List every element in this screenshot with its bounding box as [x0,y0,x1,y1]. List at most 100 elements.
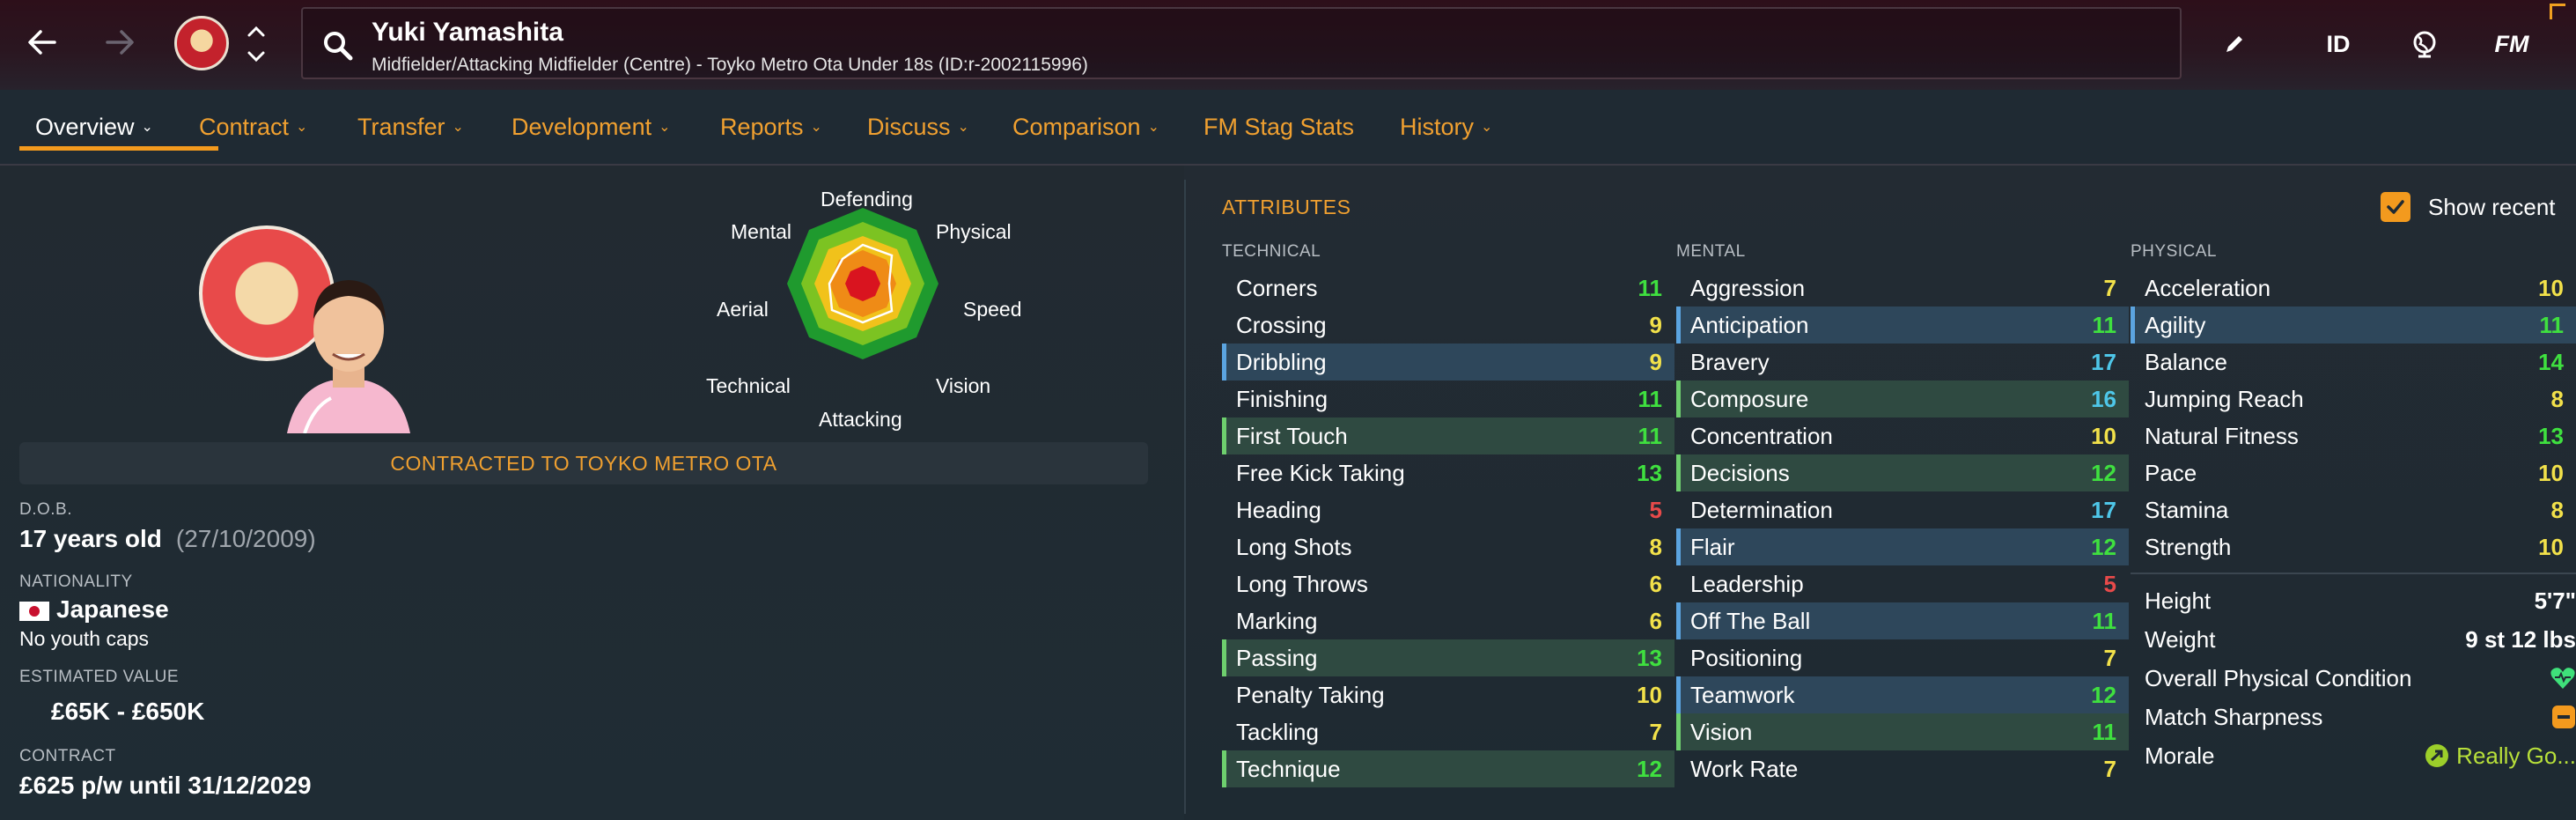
tab-history[interactable]: History ⌄ [1400,104,1492,150]
attribute-row[interactable]: Finishing 11 [1222,380,1674,417]
attribute-value: 11 [2092,311,2117,338]
attribute-row[interactable]: Natural Fitness 13 [2131,417,2576,454]
tab-discuss[interactable]: Discuss ⌄ [867,104,969,150]
tab-label: Comparison [1012,113,1141,140]
globe-button[interactable] [2407,19,2442,69]
attribute-row[interactable]: Strength 10 [2131,528,2576,565]
back-button[interactable] [16,16,69,69]
show-recent-checkbox[interactable] [2381,192,2410,222]
attribute-row[interactable]: Determination 17 [1676,491,2129,528]
attribute-row[interactable]: Tackling 7 [1222,713,1674,750]
attribute-row[interactable]: Free Kick Taking 13 [1222,454,1674,491]
attribute-row[interactable]: Marking 6 [1222,602,1674,639]
attribute-value: 11 [2092,607,2117,634]
attribute-value: 12 [1637,755,1662,782]
attribute-row[interactable]: Anticipation 11 [1676,307,2129,344]
tab-overview[interactable]: Overview ⌄ [35,104,153,150]
attribute-row[interactable]: Flair 12 [1676,528,2129,565]
attribute-row[interactable]: Passing 13 [1222,639,1674,676]
attribute-row[interactable]: Pace 10 [2131,454,2576,491]
attribute-name: Jumping Reach [2145,385,2304,412]
attribute-value: 5 [2103,570,2116,597]
tab-comparison[interactable]: Comparison ⌄ [1012,104,1159,150]
attribute-row[interactable]: Decisions 12 [1676,454,2129,491]
attribute-row[interactable]: Crossing 9 [1222,307,1674,344]
attribute-name: Crossing [1236,311,1327,338]
attribute-value: 7 [2103,755,2116,782]
attribute-row[interactable]: Penalty Taking 10 [1222,676,1674,713]
attribute-row[interactable]: Off The Ball 11 [1676,602,2129,639]
tab-label: Development [512,113,652,140]
condition-row[interactable]: Overall Physical Condition [2145,661,2576,696]
attribute-name: Tackling [1236,718,1319,745]
tab-label: Transfer [357,113,445,140]
attribute-row[interactable]: Work Rate 7 [1676,750,2129,787]
attribute-row[interactable]: Vision 11 [1676,713,2129,750]
attribute-row[interactable]: Jumping Reach 8 [2131,380,2576,417]
attribute-name: Pace [2145,459,2197,486]
attribute-value: 13 [2538,422,2564,449]
attribute-name: Anticipation [1690,311,1809,338]
id-button[interactable]: ID [2321,19,2356,69]
attribute-value: 13 [1637,459,1662,486]
attribute-row[interactable]: Heading 5 [1222,491,1674,528]
attribute-value: 9 [1649,311,1662,338]
attribute-row[interactable]: Composure 16 [1676,380,2129,417]
nationality-value[interactable]: Japanese [19,595,169,624]
edit-button[interactable] [2217,19,2252,69]
attribute-row[interactable]: Balance 14 [2131,344,2576,380]
attribute-row[interactable]: Acceleration 10 [2131,270,2576,307]
tab-development[interactable]: Development ⌄ [512,104,671,150]
attribute-value: 11 [2539,311,2565,338]
radar-label-attacking: Attacking [819,408,902,431]
arrow-left-icon [28,30,56,55]
attribute-row[interactable]: Teamwork 12 [1676,676,2129,713]
attribute-row[interactable]: Dribbling 9 [1222,344,1674,380]
sharpness-row[interactable]: Match Sharpness [2145,699,2576,735]
panel-divider [1184,180,1186,814]
japan-flag-icon [19,601,49,621]
player-search-box[interactable]: Yuki Yamashita Midfielder/Attacking Midf… [301,7,2182,79]
tab-transfer[interactable]: Transfer ⌄ [357,104,464,150]
radar-label-physical: Physical [936,220,1012,243]
physical-attributes: Acceleration 10 Agility 11 Balance 14 Jumping … [2131,270,2576,565]
up-down-chevron-icon[interactable] [243,18,269,70]
attribute-row[interactable]: Agility 11 [2131,307,2576,344]
fm-button[interactable]: FM [2490,19,2534,69]
youth-caps: No youth caps [19,627,150,650]
morale-arrow-icon [2425,744,2449,767]
attribute-row[interactable]: Long Throws 6 [1222,565,1674,602]
attribute-name: Penalty Taking [1236,681,1385,708]
chevron-down-icon: ⌄ [141,120,153,135]
attribute-row[interactable]: Stamina 8 [2131,491,2576,528]
show-recent-toggle[interactable]: Show recent [2381,192,2556,222]
attribute-row[interactable]: First Touch 11 [1222,417,1674,454]
attribute-name: Agility [2145,311,2206,338]
attribute-name: Off The Ball [1690,607,1811,634]
attribute-row[interactable]: Bravery 17 [1676,344,2129,380]
tab-fm-stag-stats[interactable]: FM Stag Stats [1203,104,1354,150]
attribute-row[interactable]: Technique 12 [1222,750,1674,787]
attribute-row[interactable]: Corners 11 [1222,270,1674,307]
value-label: ESTIMATED VALUE [19,668,179,686]
attribute-row[interactable]: Positioning 7 [1676,639,2129,676]
attribute-name: Teamwork [1690,681,1795,708]
attribute-row[interactable]: Concentration 10 [1676,417,2129,454]
player-photo [287,280,410,433]
attribute-row[interactable]: Long Shots 8 [1222,528,1674,565]
forward-button[interactable] [93,16,146,69]
morale-label: Morale [2145,742,2215,769]
tab-contract[interactable]: Contract ⌄ [199,104,307,150]
attribute-name: Marking [1236,607,1318,634]
mental-attributes: Aggression 7 Anticipation 11 Bravery 17 Compos… [1676,270,2129,787]
attribute-value: 10 [2538,533,2564,560]
morale-row[interactable]: Morale Really Go... [2145,738,2576,773]
attribute-row[interactable]: Leadership 5 [1676,565,2129,602]
club-badge-icon[interactable] [174,16,229,70]
attribute-name: Bravery [1690,348,1770,375]
attribute-value: 8 [1649,533,1662,560]
tab-bar: Overview ⌄ Contract ⌄ Transfer ⌄ Developmen… [0,104,2576,159]
attribute-row[interactable]: Aggression 7 [1676,270,2129,307]
tab-reports[interactable]: Reports ⌄ [720,104,822,150]
title-bar: Yuki Yamashita Midfielder/Attacking Midf… [0,0,2576,140]
